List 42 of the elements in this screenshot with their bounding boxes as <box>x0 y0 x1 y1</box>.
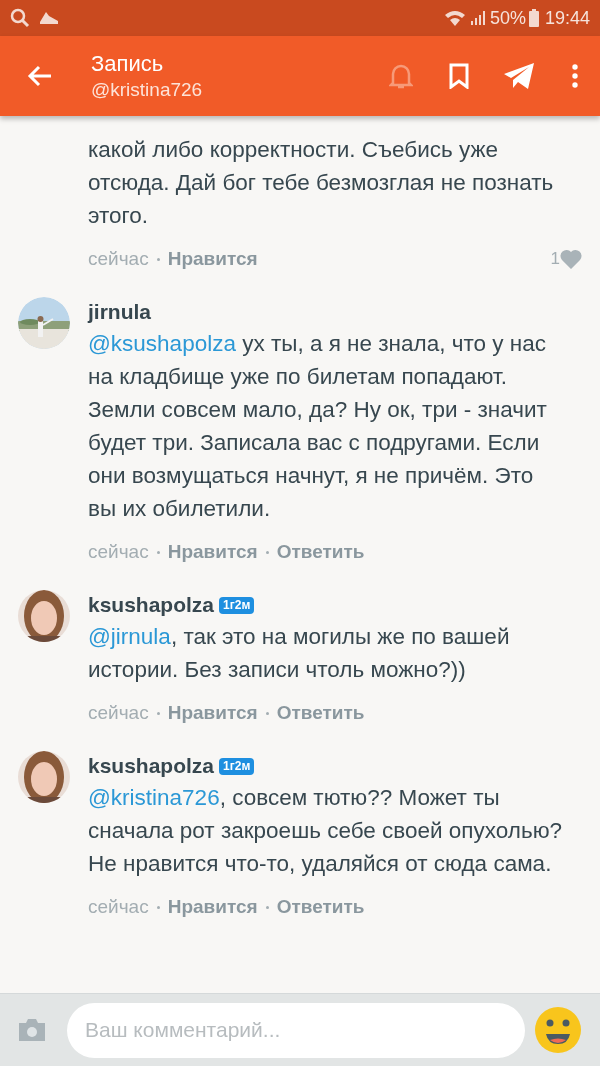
like-link[interactable]: Нравится <box>167 244 258 274</box>
bell-icon <box>389 62 413 90</box>
header-subtitle: @kristina726 <box>91 78 204 102</box>
comment-text: @jirnula, так это на могилы же по вашей истории. Без записи чтоль можно?)) <box>88 623 511 684</box>
back-arrow-icon <box>27 65 53 87</box>
comment-time: сейчас <box>88 700 149 725</box>
camera-icon <box>17 1018 47 1042</box>
comment-text: какой либо корректности. Съебись уже отсюда. Дай бог тебе безмозглая не познать этого. <box>88 136 555 230</box>
more-icon <box>572 64 578 88</box>
comment-text: @ksushapolza ух ты, а я не знала, что у нас на кладбище уже по билетам попадают. Земли совсем мало, да? Ну ок, три - значит будет три. Записала вас с подругами. Если они возмущаться начнут, я не причём. Это вы их обилетили. <box>88 330 548 523</box>
comment-input-field[interactable]: Ваш комментарий... <box>67 1002 525 1058</box>
like-link[interactable]: Нравится <box>167 698 258 728</box>
mention-link[interactable]: @kristina726 <box>88 785 220 810</box>
age-badge: 1г2м <box>219 757 255 775</box>
clock-time: 19:44 <box>544 6 590 30</box>
smiley-icon <box>535 1007 581 1053</box>
comment-time: сейчас <box>88 539 149 564</box>
emoji-button[interactable] <box>535 1007 581 1053</box>
mention-link[interactable]: @ksushapolza <box>88 331 236 356</box>
author-name[interactable]: jirnula <box>88 296 151 328</box>
battery-icon <box>528 9 539 27</box>
wifi-icon <box>443 9 466 27</box>
header-title: Запись <box>91 50 165 78</box>
comment-time: сейчас <box>88 246 149 271</box>
author-name[interactable]: ksushapolza <box>88 750 215 782</box>
mention-link[interactable]: @jirnula <box>88 624 171 649</box>
author-name[interactable]: ksushapolza <box>88 589 215 621</box>
battery-percent: 50% <box>489 6 526 30</box>
search-icon <box>10 8 30 28</box>
reply-link[interactable]: Ответить <box>276 698 365 728</box>
comment-time: сейчас <box>88 894 149 919</box>
like-link[interactable]: Нравится <box>167 892 258 922</box>
comment-text: @kristina726, совсем тютю?? Может ты сначала рот закроешь себе своей опухолью? Не нравится что-то, удаляйся от сюда сама. <box>88 784 564 878</box>
bookmark-icon <box>449 63 469 89</box>
like-link[interactable]: Нравится <box>167 537 258 567</box>
heart-icon[interactable] <box>560 249 582 269</box>
paper-plane-icon <box>503 62 535 90</box>
reply-link[interactable]: Ответить <box>276 892 365 922</box>
age-badge: 1г2м <box>219 596 255 614</box>
reply-link[interactable]: Ответить <box>276 537 365 567</box>
like-count: 1 <box>550 248 560 271</box>
signal-icon <box>469 10 486 26</box>
